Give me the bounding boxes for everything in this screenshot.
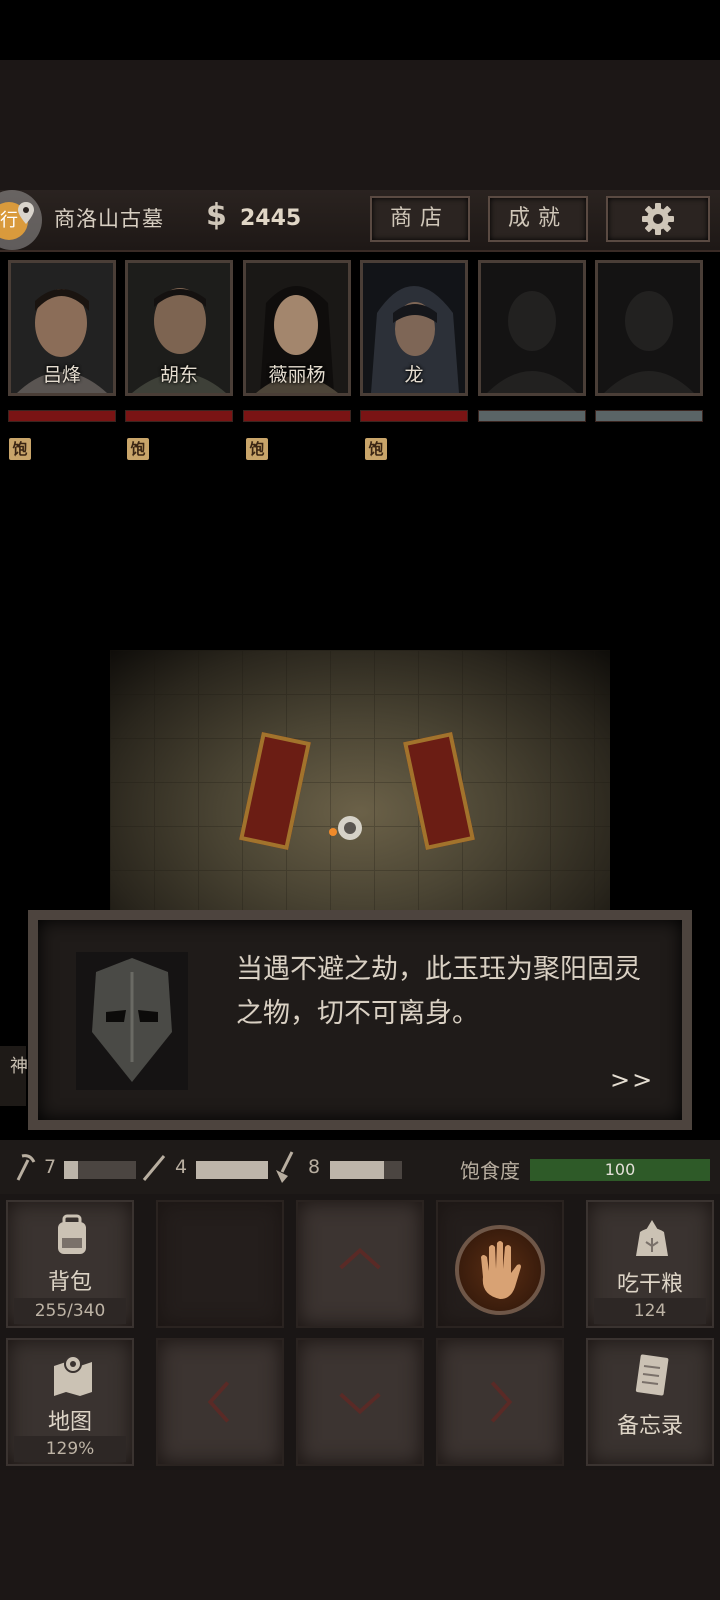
interact-button[interactable]: [455, 1225, 545, 1315]
gear-icon: [642, 203, 674, 235]
pickaxe-icon: [16, 1154, 36, 1181]
rations-count: 124: [594, 1298, 706, 1324]
memo-label: 备忘录: [616, 1414, 683, 1439]
speaker-portrait: [76, 952, 188, 1090]
backpack-capacity: 255/340: [14, 1298, 126, 1324]
shovel-icon: [276, 1151, 294, 1183]
satiety-label: 饱食度: [460, 1159, 520, 1183]
backpack-icon: [58, 1214, 86, 1254]
party-member-name: 薇丽杨: [268, 364, 326, 386]
party-member-name: 胡东: [159, 364, 198, 386]
hp-bar: [360, 410, 468, 422]
settings-button[interactable]: [606, 196, 710, 242]
map-icon: [54, 1355, 92, 1396]
arrow-down-icon: [339, 1392, 381, 1415]
dialog-text: 当遇不避之劫，此玉珏为聚阳固灵之物，切不可离身。: [236, 954, 641, 1029]
bottom-area: [0, 1470, 720, 1600]
party-slot-empty-2[interactable]: [595, 260, 703, 396]
tool2-count: 4: [175, 1156, 188, 1178]
hp-bar: [8, 410, 116, 422]
hp-bar: [125, 410, 233, 422]
memo-button[interactable]: 备忘录: [586, 1338, 714, 1466]
party-member-name: 龙: [404, 364, 424, 386]
party-member-3[interactable]: 薇丽杨: [243, 260, 351, 396]
move-right-button[interactable]: [436, 1338, 564, 1466]
hand-icon: [481, 1241, 521, 1299]
rope-icon: [142, 1155, 166, 1181]
empty-portrait-silhouette: [481, 263, 583, 393]
party-member-name: 吕烽: [42, 364, 81, 386]
party-slot-empty-1[interactable]: [478, 260, 586, 396]
party-member-4[interactable]: 龙: [360, 260, 468, 396]
tool2-durability: [196, 1161, 268, 1179]
hp-bar: [243, 410, 351, 422]
tool1-count: 7: [44, 1156, 57, 1178]
location-name: 商洛山古墓: [54, 207, 164, 231]
arrow-up-icon: [339, 1247, 381, 1270]
satiety-bar: 100: [530, 1159, 710, 1181]
player-character: [329, 816, 362, 840]
tool1-durability: [64, 1161, 136, 1179]
move-left-button[interactable]: [156, 1338, 284, 1466]
arrow-left-icon: [207, 1381, 230, 1423]
party-member-2[interactable]: 胡东: [125, 260, 233, 396]
grain-sack-icon: [636, 1220, 668, 1256]
empty-portrait-silhouette: [598, 263, 700, 393]
map-button[interactable]: 地图 129%: [6, 1338, 134, 1466]
satiety-value: 100: [604, 1160, 636, 1179]
backpack-button[interactable]: 背包 255/340: [6, 1200, 134, 1328]
backpack-label: 背包: [47, 1270, 92, 1295]
eat-rations-label: 吃干粮: [616, 1272, 683, 1297]
status-bar-area: [0, 0, 720, 60]
location-pin-icon: [18, 202, 34, 224]
move-up-button[interactable]: [296, 1200, 424, 1328]
dialog-next-button[interactable]: >>: [610, 1066, 654, 1094]
status-badge: 饱: [9, 438, 31, 460]
status-badge: 饱: [246, 438, 268, 460]
map-label: 地图: [47, 1410, 92, 1435]
arrow-right-icon: [490, 1381, 513, 1423]
eat-rations-button[interactable]: 吃干粮 124: [586, 1200, 714, 1328]
hp-bar-empty: [478, 410, 586, 422]
party-member-1[interactable]: 吕烽: [8, 260, 116, 396]
floor-tiles: [110, 650, 610, 920]
status-badge: 饱: [127, 438, 149, 460]
tool3-count: 8: [308, 1156, 321, 1178]
notebook-icon: [635, 1354, 669, 1396]
mask-icon: [76, 952, 188, 1090]
money-amount: 2445: [240, 206, 302, 231]
map-progress: 129%: [14, 1436, 126, 1462]
status-badge: 饱: [365, 438, 387, 460]
achievements-button[interactable]: 成就: [488, 196, 588, 242]
move-down-button[interactable]: [296, 1338, 424, 1466]
pad-blank-1: [156, 1200, 284, 1328]
money-icon: $: [206, 198, 227, 233]
tool3-durability: [330, 1161, 402, 1179]
shop-button[interactable]: 商店: [370, 196, 470, 242]
side-tab-label: 神: [10, 1056, 28, 1077]
side-tab[interactable]: 神: [0, 1046, 28, 1106]
hp-bar-empty: [595, 410, 703, 422]
upper-background: [0, 60, 720, 190]
